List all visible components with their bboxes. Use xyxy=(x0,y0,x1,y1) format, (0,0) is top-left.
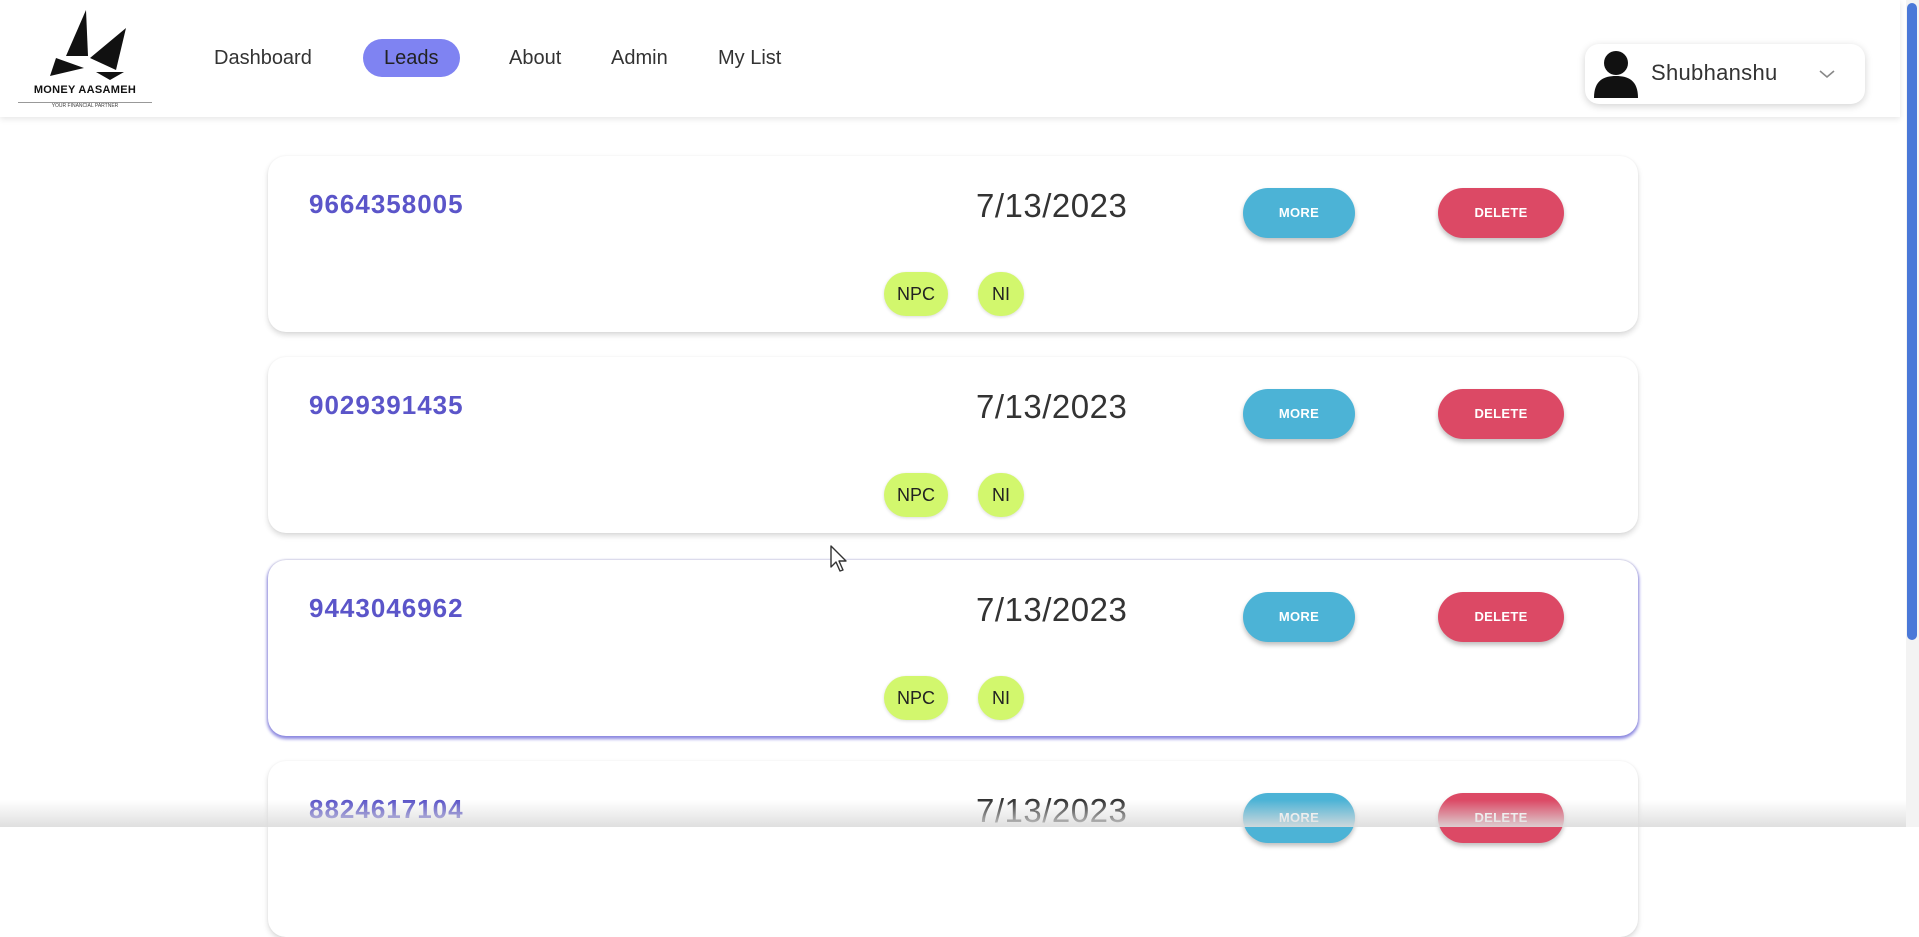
status-tag-ni: NI xyxy=(978,676,1024,720)
mouse-pointer-icon xyxy=(830,545,847,572)
more-button[interactable]: MORE xyxy=(1243,793,1355,843)
lead-date: 7/13/2023 xyxy=(976,591,1128,628)
brand-logo[interactable]: MONEY AASAMEH YOUR FINANCIAL PARTNER xyxy=(14,8,156,112)
lead-card: 9029391435 7/13/2023 MORE DELETE NPC NI xyxy=(268,357,1638,533)
status-tag-npc: NPC xyxy=(884,676,948,720)
brand-name: MONEY AASAMEH xyxy=(33,84,137,96)
lead-date: 7/13/2023 xyxy=(976,187,1128,224)
user-menu[interactable]: Shubhanshu xyxy=(1585,44,1865,104)
nav-my-list[interactable]: My List xyxy=(718,43,781,73)
status-tag-ni: NI xyxy=(978,272,1024,316)
lead-card: 8824617104 7/13/2023 MORE DELETE xyxy=(268,761,1638,937)
delete-button[interactable]: DELETE xyxy=(1438,188,1564,238)
more-button[interactable]: MORE xyxy=(1243,389,1355,439)
delete-button[interactable]: DELETE xyxy=(1438,793,1564,843)
delete-button[interactable]: DELETE xyxy=(1438,592,1564,642)
more-button[interactable]: MORE xyxy=(1243,188,1355,238)
brand-tagline: YOUR FINANCIAL PARTNER xyxy=(18,102,152,109)
scrollbar-thumb[interactable] xyxy=(1907,3,1917,640)
lead-phone-link[interactable]: 9443046962 xyxy=(309,593,464,624)
lead-phone-link[interactable]: 9664358005 xyxy=(309,189,464,220)
nav-about[interactable]: About xyxy=(509,43,561,73)
chevron-down-icon xyxy=(1819,70,1835,79)
nav-admin[interactable]: Admin xyxy=(611,43,668,73)
status-tag-ni: NI xyxy=(978,473,1024,517)
delete-button[interactable]: DELETE xyxy=(1438,389,1564,439)
lead-card: 9664358005 7/13/2023 MORE DELETE NPC NI xyxy=(268,156,1638,332)
lead-date: 7/13/2023 xyxy=(976,792,1128,829)
lead-phone-link[interactable]: 9029391435 xyxy=(309,390,464,421)
lead-phone-link[interactable]: 8824617104 xyxy=(309,794,464,825)
logo-mark-icon xyxy=(50,10,126,80)
user-name: Shubhanshu xyxy=(1651,60,1778,85)
nav-leads[interactable]: Leads xyxy=(363,39,460,77)
status-tag-npc: NPC xyxy=(884,473,948,517)
top-navbar: MONEY AASAMEH YOUR FINANCIAL PARTNER Das… xyxy=(0,0,1900,117)
lead-card: 9443046962 7/13/2023 MORE DELETE NPC NI xyxy=(268,560,1638,736)
status-tag-npc: NPC xyxy=(884,272,948,316)
user-icon xyxy=(1594,51,1638,98)
lead-date: 7/13/2023 xyxy=(976,388,1128,425)
more-button[interactable]: MORE xyxy=(1243,592,1355,642)
nav-dashboard[interactable]: Dashboard xyxy=(214,43,312,73)
